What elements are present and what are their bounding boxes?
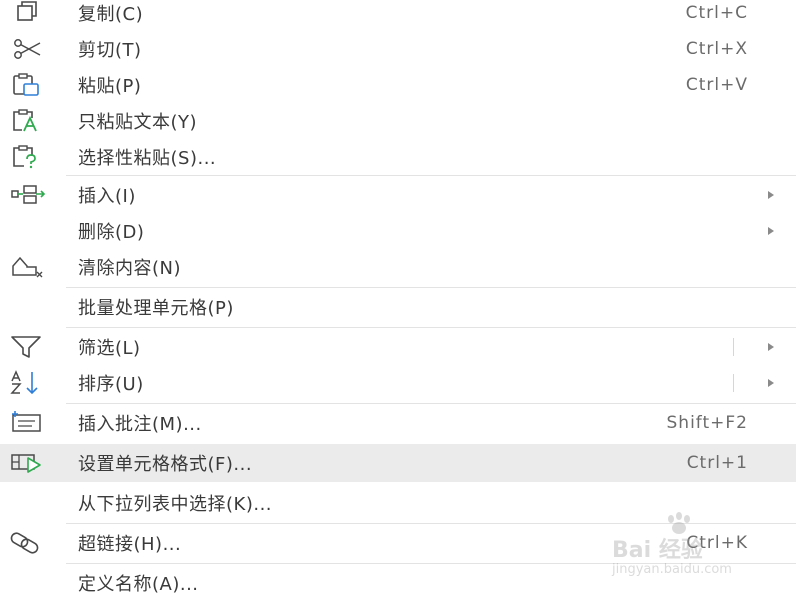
menu-item-label: 定义名称(A)... [78, 574, 199, 595]
menu-item-define-name[interactable]: 定义名称(A)... [0, 564, 796, 602]
comment-icon [10, 410, 50, 436]
menu-item-copy[interactable]: 复制(C) Ctrl+C [0, 0, 796, 32]
scissors-icon [10, 36, 50, 62]
paste-icon [10, 72, 50, 98]
menu-item-shortcut: Ctrl+1 [686, 453, 748, 473]
insert-icon [10, 182, 50, 208]
menu-item-shortcut: Ctrl+K [686, 533, 748, 553]
context-menu: 复制(C) Ctrl+C 剪切(T) Ctrl+X 粘贴(P) Ctrl+V 只… [0, 0, 800, 600]
format-cells-icon [10, 450, 50, 476]
menu-item-filter[interactable]: 筛选(L) [0, 328, 796, 366]
menu-item-label: 设置单元格格式(F)... [78, 454, 253, 475]
menu-item-label: 选择性粘贴(S)... [78, 148, 217, 169]
menu-item-paste-text-only[interactable]: 只粘贴文本(Y) [0, 102, 796, 140]
link-icon [10, 530, 50, 556]
menu-item-label: 超链接(H)... [78, 534, 182, 555]
paste-text-icon [10, 108, 50, 134]
split-divider [733, 374, 734, 392]
submenu-arrow-icon[interactable] [768, 343, 774, 351]
menu-item-label: 筛选(L) [78, 338, 141, 359]
menu-item-label: 复制(C) [78, 4, 144, 25]
menu-item-label: 插入批注(M)... [78, 414, 202, 435]
menu-item-paste[interactable]: 粘贴(P) Ctrl+V [0, 66, 796, 104]
menu-item-label: 插入(I) [78, 186, 136, 207]
menu-item-batch-process[interactable]: 批量处理单元格(P) [0, 288, 796, 326]
menu-item-label: 粘贴(P) [78, 76, 142, 97]
menu-item-paste-special[interactable]: 选择性粘贴(S)... [0, 138, 796, 176]
copy-icon [10, 0, 50, 26]
split-divider [733, 338, 734, 356]
eraser-icon [10, 254, 50, 280]
menu-item-label: 删除(D) [78, 222, 145, 243]
menu-item-pick-from-list[interactable]: 从下拉列表中选择(K)... [0, 484, 796, 522]
menu-item-label: 排序(U) [78, 374, 144, 395]
menu-item-cut[interactable]: 剪切(T) Ctrl+X [0, 30, 796, 68]
menu-item-shortcut: Shift+F2 [666, 413, 748, 433]
submenu-arrow-icon [768, 191, 774, 199]
menu-item-label: 剪切(T) [78, 40, 142, 61]
menu-item-shortcut: Ctrl+C [685, 3, 748, 23]
paste-special-icon [10, 144, 50, 170]
menu-item-label: 清除内容(N) [78, 258, 182, 279]
menu-item-label: 批量处理单元格(P) [78, 298, 234, 319]
menu-item-shortcut: Ctrl+X [685, 39, 748, 59]
menu-item-hyperlink[interactable]: 超链接(H)... Ctrl+K [0, 524, 796, 562]
submenu-arrow-icon [768, 227, 774, 235]
menu-item-label: 从下拉列表中选择(K)... [78, 494, 273, 515]
menu-item-delete[interactable]: 删除(D) [0, 212, 796, 250]
menu-item-shortcut: Ctrl+V [685, 75, 748, 95]
filter-icon [10, 334, 50, 360]
menu-item-sort[interactable]: 排序(U) [0, 364, 796, 402]
menu-item-insert-comment[interactable]: 插入批注(M)... Shift+F2 [0, 404, 796, 442]
menu-item-insert[interactable]: 插入(I) [0, 176, 796, 214]
menu-item-format-cells[interactable]: 设置单元格格式(F)... Ctrl+1 [0, 444, 796, 482]
menu-item-label: 只粘贴文本(Y) [78, 112, 198, 133]
menu-item-clear-contents[interactable]: 清除内容(N) [0, 248, 796, 286]
submenu-arrow-icon[interactable] [768, 379, 774, 387]
sort-az-icon [10, 370, 50, 396]
